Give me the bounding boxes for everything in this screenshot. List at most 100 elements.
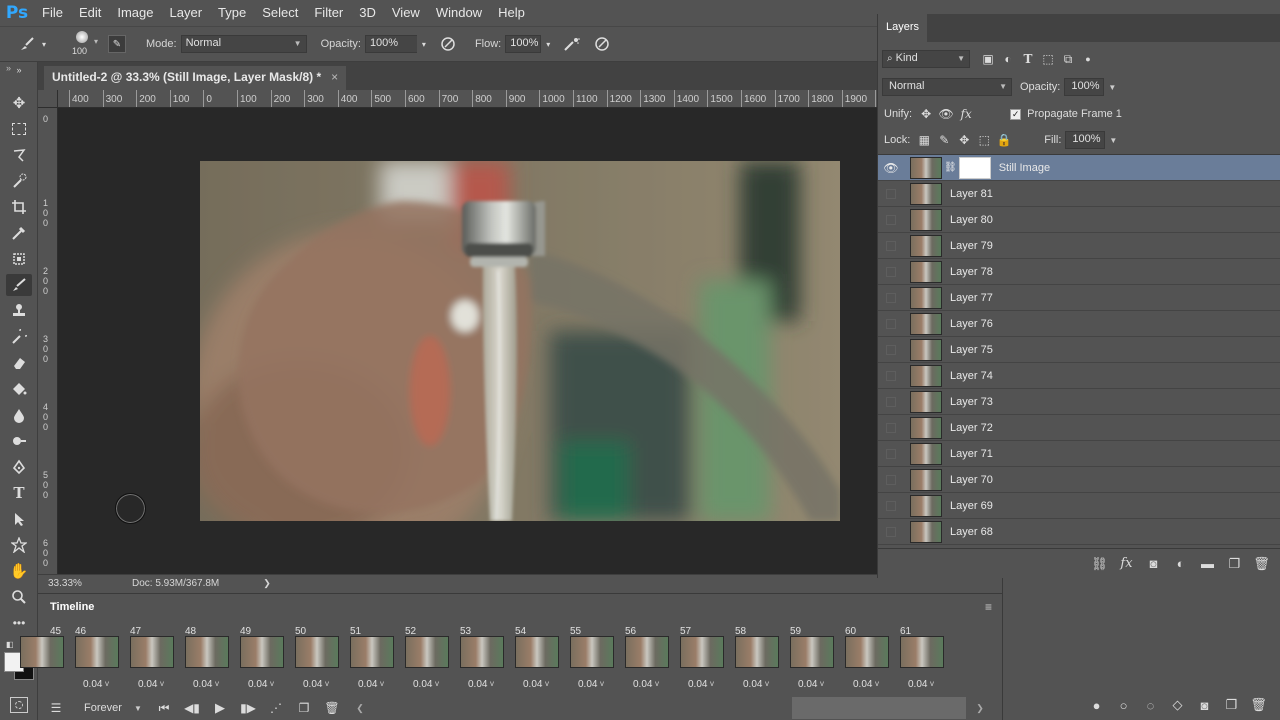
timeline-frame[interactable]: 49 0.04 v	[236, 624, 291, 694]
layer-mask-thumbnail[interactable]	[958, 156, 991, 179]
layer-name[interactable]: Layer 78	[950, 266, 993, 278]
add-layer-style-icon[interactable]: fx	[1113, 555, 1140, 573]
chevron-down-icon[interactable]: v	[270, 679, 274, 688]
flow-input[interactable]: 100%	[505, 35, 542, 53]
new-group-icon[interactable]: ▬	[1194, 555, 1221, 573]
vertical-ruler[interactable]: 0 100 200 300 400 500 600	[38, 108, 58, 574]
crop-tool-icon[interactable]	[6, 196, 32, 218]
menu-3d[interactable]: 3D	[351, 0, 384, 26]
layer-row[interactable]: Layer 81	[878, 181, 1280, 207]
previous-frame-icon[interactable]: ◀▮	[178, 697, 206, 719]
chevron-down-icon[interactable]: ▾	[541, 33, 555, 55]
frame-delay[interactable]: 0.04	[138, 679, 157, 690]
layer-row[interactable]: Layer 77	[878, 285, 1280, 311]
frame-delay[interactable]: 0.04	[193, 679, 212, 690]
filter-type-icon[interactable]: T	[1018, 50, 1038, 68]
paint-bucket-tool-icon[interactable]	[6, 378, 32, 400]
visibility-toggle[interactable]	[878, 259, 904, 285]
layer-name[interactable]: Layer 74	[950, 370, 993, 382]
opacity-input[interactable]: 100%	[364, 35, 417, 53]
layer-row[interactable]: Layer 71	[878, 441, 1280, 467]
lock-position-icon[interactable]: ✥	[954, 131, 974, 149]
path-selection-tool-icon[interactable]	[6, 508, 32, 530]
layer-row[interactable]: Layer 78	[878, 259, 1280, 285]
chevron-down-icon[interactable]: ▼	[1108, 83, 1116, 92]
lock-transparent-icon[interactable]: ▦	[914, 131, 934, 149]
quick-mask-icon[interactable]	[10, 697, 28, 713]
chevron-down-icon[interactable]: v	[380, 679, 384, 688]
filter-pixel-icon[interactable]: ▣	[978, 50, 998, 68]
timeline-scrollbar-thumb[interactable]	[792, 697, 966, 719]
layer-thumbnail[interactable]	[910, 338, 942, 361]
timeline-frame[interactable]: 52 0.04 v	[401, 624, 456, 694]
layer-row[interactable]: Layer 73	[878, 389, 1280, 415]
filter-kind-select[interactable]: ⌕ Kind ▼	[882, 50, 970, 68]
unify-visibility-icon[interactable]: 👁	[936, 105, 956, 123]
frame-delay[interactable]: 0.04	[908, 679, 927, 690]
layer-name[interactable]: Layer 72	[950, 422, 993, 434]
chevron-down-icon[interactable]: v	[325, 679, 329, 688]
layer-thumbnail[interactable]	[910, 156, 942, 179]
eye-icon[interactable]: 👁	[878, 155, 904, 181]
delete-layer-icon[interactable]: 🗑	[1248, 555, 1275, 573]
frame-delay[interactable]: 0.04	[523, 679, 542, 690]
marquee-tool-icon[interactable]	[6, 118, 32, 140]
chevron-down-icon[interactable]: ▼	[134, 704, 150, 713]
collapse-panel-icon[interactable]: »	[6, 63, 11, 73]
type-tool-icon[interactable]: T	[6, 482, 32, 504]
layer-row[interactable]: Layer 68	[878, 519, 1280, 545]
lock-all-icon[interactable]: 🔒	[994, 131, 1014, 149]
chevron-down-icon[interactable]: v	[820, 679, 824, 688]
timeline-frame[interactable]: 47 0.04 v	[126, 624, 181, 694]
menu-file[interactable]: File	[34, 0, 71, 26]
layer-name[interactable]: Layer 68	[950, 526, 993, 538]
menu-image[interactable]: Image	[109, 0, 161, 26]
mask-link-icon[interactable]: ⛓	[944, 162, 957, 173]
timeline-frame[interactable]: 50 0.04 v	[291, 624, 346, 694]
timeline-frame[interactable]: 54 0.04 v	[511, 624, 566, 694]
document-image[interactable]	[200, 161, 840, 521]
menu-layer[interactable]: Layer	[162, 0, 211, 26]
play-icon[interactable]: ▶	[206, 697, 234, 719]
link-layers-icon[interactable]: ⛓	[1086, 555, 1113, 573]
scroll-left-icon[interactable]: ❮	[346, 697, 374, 719]
eraser-tool-icon[interactable]	[6, 352, 32, 374]
horizontal-ruler[interactable]: 400 300 200 100 0 100 200 300 400 500 600 700 800 900…	[58, 90, 878, 108]
default-colors-icon[interactable]: ◧	[6, 640, 14, 649]
layer-name[interactable]: Still Image	[999, 162, 1050, 174]
frame-delay[interactable]: 0.04	[578, 679, 597, 690]
layer-row[interactable]: Layer 76	[878, 311, 1280, 337]
layer-thumbnail[interactable]	[910, 182, 942, 205]
layer-row[interactable]: Layer 74	[878, 363, 1280, 389]
close-icon[interactable]: ×	[331, 70, 338, 84]
ruler-origin[interactable]	[38, 90, 58, 108]
duplicate-frame-icon[interactable]: ❐	[290, 697, 318, 719]
layer-thumbnail[interactable]	[910, 260, 942, 283]
frame-delay[interactable]: 0.04	[743, 679, 762, 690]
eyedropper-tool-icon[interactable]	[6, 222, 32, 244]
frame-delay[interactable]: 0.04	[688, 679, 707, 690]
layer-thumbnail[interactable]	[910, 416, 942, 439]
visibility-toggle[interactable]	[878, 467, 904, 493]
zoom-level[interactable]: 33.33%	[48, 578, 132, 589]
menu-type[interactable]: Type	[210, 0, 254, 26]
chevron-down-icon[interactable]: ▼	[1109, 136, 1117, 145]
chevron-down-icon[interactable]: v	[435, 679, 439, 688]
add-mask-icon[interactable]: ◙	[1140, 555, 1167, 573]
loop-option[interactable]: Forever	[84, 702, 134, 714]
mask-icon[interactable]: ◙	[1191, 696, 1218, 714]
layer-row[interactable]: Layer 72	[878, 415, 1280, 441]
layer-thumbnail[interactable]	[910, 364, 942, 387]
timeline-frame[interactable]: 48 0.04 v	[181, 624, 236, 694]
layer-row[interactable]: Layer 80	[878, 207, 1280, 233]
visibility-toggle[interactable]	[878, 181, 904, 207]
filled-circle-icon[interactable]: ●	[1083, 696, 1110, 714]
lasso-tool-icon[interactable]	[6, 144, 32, 166]
frame-delay[interactable]: 0.04	[798, 679, 817, 690]
frame-delay[interactable]: 0.04	[853, 679, 872, 690]
visibility-toggle[interactable]	[878, 233, 904, 259]
menu-filter[interactable]: Filter	[306, 0, 351, 26]
layer-name[interactable]: Layer 69	[950, 500, 993, 512]
frame-delay[interactable]: 0.04	[303, 679, 322, 690]
timeline-frame[interactable]: 45	[16, 624, 71, 694]
